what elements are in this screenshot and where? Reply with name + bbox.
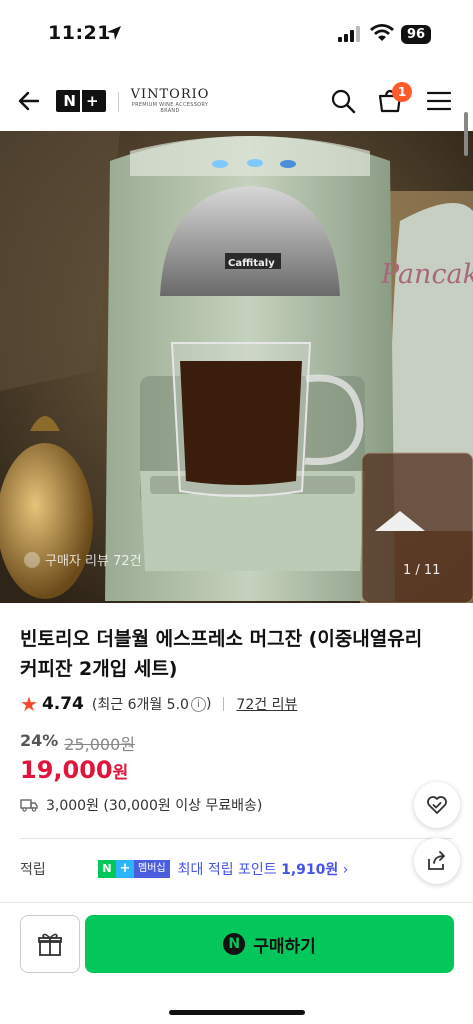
price-value: 19,000 xyxy=(20,756,113,784)
cart-count-badge: 1 xyxy=(392,82,412,102)
status-time: 11:21 xyxy=(48,22,111,44)
header-divider xyxy=(118,92,119,112)
heart-check-icon xyxy=(427,796,447,814)
review-icon xyxy=(24,551,40,568)
original-price: 25,000원 xyxy=(64,735,136,754)
status-bar: 11:21 96 xyxy=(0,0,473,70)
max-points-prefix: 최대 적립 포인트 xyxy=(177,862,277,878)
shipping-text: 3,000원 (30,000원 이상 무료배송) xyxy=(46,798,263,814)
rating-row: ★ 4.74 (최근 6개월 5.0 i ) 72건 리뷰 xyxy=(20,692,297,716)
back-arrow-icon[interactable] xyxy=(16,88,42,114)
machine-brand-text: Caffitaly xyxy=(228,258,275,269)
max-points-link[interactable]: 최대 적립 포인트 1,910원 › xyxy=(178,859,349,879)
buyer-review-badge: 구매자 리뷰 72건 xyxy=(24,550,142,569)
shipping-info: 3,000원 (30,000원 이상 무료배송) xyxy=(20,795,262,815)
share-icon xyxy=(428,851,445,870)
max-points-value: 1,910원 xyxy=(281,862,339,878)
photo-overlay-text: Pancake xyxy=(381,259,473,290)
delivery-truck-icon xyxy=(20,799,38,812)
naver-plus-membership-badge: N + 멤버십 xyxy=(98,860,170,878)
discount-row: 24% 25,000원 xyxy=(20,731,135,755)
recent-rating: (최근 6개월 5.0 xyxy=(91,697,189,713)
product-photo: Caffitaly xyxy=(0,131,473,603)
hamburger-menu-icon[interactable] xyxy=(426,90,452,112)
membership-n: N xyxy=(98,860,116,878)
page-scrollbar[interactable] xyxy=(464,112,468,156)
discount-percent: 24% xyxy=(20,731,59,750)
cellular-signal-icon xyxy=(338,26,360,42)
share-button[interactable] xyxy=(414,838,460,884)
search-icon[interactable] xyxy=(330,88,356,114)
home-indicator xyxy=(169,1010,305,1015)
membership-plus: + xyxy=(116,860,134,878)
info-icon[interactable]: i xyxy=(190,696,206,712)
wishlist-button[interactable] xyxy=(414,782,460,828)
location-arrow-icon xyxy=(107,26,121,40)
points-row: 적립 N + 멤버십 최대 적립 포인트 1,910원 › xyxy=(20,858,453,880)
battery-indicator: 96 xyxy=(401,25,431,44)
naver-plus-logo[interactable]: N + xyxy=(56,90,106,112)
section-divider xyxy=(20,838,453,839)
review-count-link[interactable]: 72건 리뷰 xyxy=(236,694,297,714)
image-counter: 1 / 11 xyxy=(403,563,441,578)
points-label: 적립 xyxy=(20,862,46,878)
buyer-review-count: 구매자 리뷰 72건 xyxy=(45,554,142,569)
brand-name: VINTORIO xyxy=(130,87,210,102)
membership-label: 멤버십 xyxy=(134,860,170,878)
top-nav: N + VINTORIO PREMIUM WINE ACCESSORY BRAND… xyxy=(0,76,473,128)
recent-rating-close: ) xyxy=(205,696,212,712)
gift-icon xyxy=(38,933,62,956)
product-image-carousel[interactable]: Caffitaly Pancake xyxy=(0,131,473,603)
buy-now-button[interactable]: N 구매하기 xyxy=(85,915,454,973)
store-brand-logo[interactable]: VINTORIO PREMIUM WINE ACCESSORY BRAND xyxy=(130,87,210,114)
buy-now-label: 구매하기 xyxy=(253,936,316,957)
purchase-bar: N 구매하기 xyxy=(0,902,473,1024)
naver-pay-icon: N xyxy=(223,933,246,955)
gift-button[interactable] xyxy=(20,915,80,973)
wifi-icon xyxy=(370,24,394,41)
rating-divider xyxy=(223,697,225,711)
sale-price: 19,000원 xyxy=(20,756,128,784)
brand-tagline: PREMIUM WINE ACCESSORY BRAND xyxy=(131,102,209,114)
chevron-right-icon: › xyxy=(342,862,349,878)
price-unit: 원 xyxy=(112,763,129,783)
star-icon: ★ xyxy=(20,692,38,716)
product-title: 빈토리오 더블월 에스프레소 머그잔 (이중내열유리 커피잔 2개입 세트) xyxy=(20,628,423,680)
rating-score: 4.74 xyxy=(41,694,84,714)
